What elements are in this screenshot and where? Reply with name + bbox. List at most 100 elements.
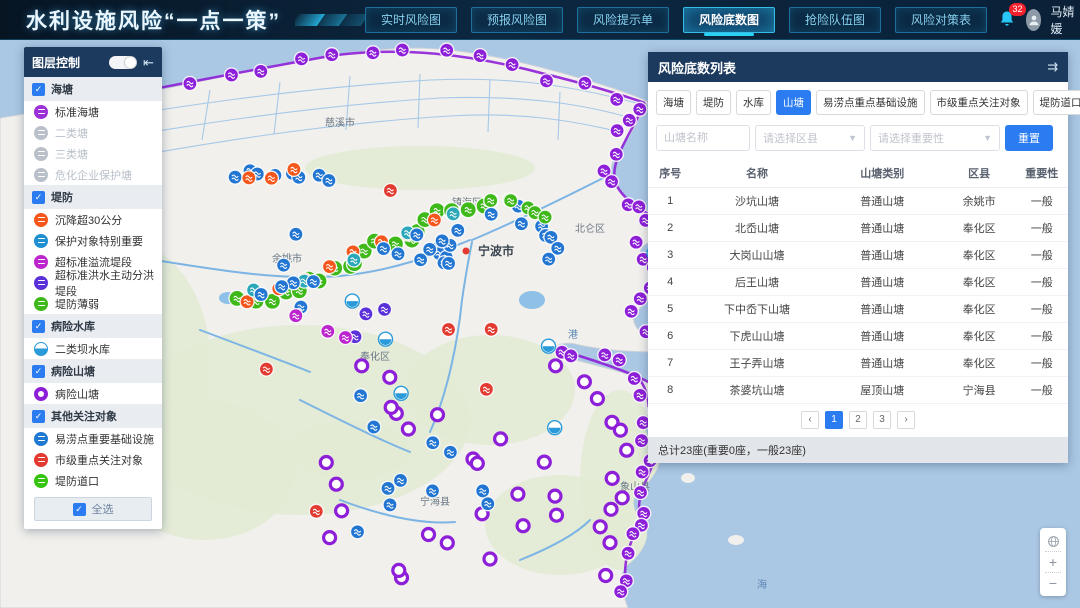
group-checkbox[interactable]: ✓ — [32, 320, 45, 333]
district-select-placeholder: 请选择区县 — [763, 130, 818, 146]
table-row[interactable]: 7王子弄山塘普通山塘奉化区一般 — [648, 349, 1068, 376]
group-checkbox[interactable]: ✓ — [32, 191, 45, 204]
layer-item-病险山塘[interactable]: 病险山塘 — [24, 383, 162, 404]
layer-toggle-switch[interactable] — [109, 56, 137, 69]
importance-select-placeholder: 请选择重要性 — [878, 130, 944, 146]
page-next[interactable]: › — [897, 411, 915, 429]
table-cell: 7 — [648, 349, 692, 376]
globe-icon — [1047, 535, 1060, 548]
user-icon — [1027, 13, 1041, 27]
legend-dot-icon — [34, 213, 48, 227]
layer-group-其他关注对象[interactable]: ✓其他关注对象 — [24, 404, 162, 428]
page-2[interactable]: 2 — [849, 411, 867, 429]
layer-item-三类塘[interactable]: 三类塘 — [24, 143, 162, 164]
zoom-out-button[interactable]: − — [1042, 573, 1064, 593]
page-1[interactable]: 1 — [825, 411, 843, 429]
table-cell: 奉化区 — [943, 214, 1016, 241]
legend-ring-icon — [34, 387, 48, 401]
layer-control-panel: 图层控制 ⇤ ✓ 海塘标准海塘二类塘三类塘危化企业保护塘 ✓ 堤防沉降超30公分保护对… — [24, 47, 162, 529]
select-all-button[interactable]: ✓ 全选 — [34, 497, 152, 521]
tab-易涝点重点基础设施[interactable]: 易涝点重点基础设施 — [816, 90, 925, 115]
layer-item-危化企业保护塘[interactable]: 危化企业保护塘 — [24, 164, 162, 185]
risk-panel-title: 风险底数列表 — [658, 58, 1047, 77]
layer-groups: ✓ 海塘标准海塘二类塘三类塘危化企业保护塘 ✓ 堤防沉降超30公分保护对象特别重要超标… — [24, 77, 162, 491]
table-row[interactable]: 4后王山塘普通山塘奉化区一般 — [648, 268, 1068, 295]
table-row[interactable]: 1沙坑山塘普通山塘余姚市一般 — [648, 187, 1068, 214]
avatar[interactable] — [1026, 9, 1041, 31]
nav-button-风险提示单[interactable]: 风险提示单 — [577, 7, 669, 33]
table-row[interactable]: 5下中岙下山塘普通山塘奉化区一般 — [648, 295, 1068, 322]
legend-dot-icon — [34, 147, 48, 161]
page-3[interactable]: 3 — [873, 411, 891, 429]
select-all-checkbox[interactable]: ✓ — [73, 503, 86, 516]
layer-item-label: 三类塘 — [55, 146, 88, 162]
column-header-山塘类别: 山塘类别 — [822, 159, 943, 187]
layer-item-保护对象特别重要[interactable]: 保护对象特别重要 — [24, 230, 162, 251]
table-cell: 4 — [648, 268, 692, 295]
layers-globe-button[interactable] — [1042, 531, 1064, 551]
layer-group-堤防[interactable]: ✓ 堤防 — [24, 185, 162, 209]
nav-button-实时风险图[interactable]: 实时风险图 — [365, 7, 457, 33]
table-row[interactable]: 6下虎山山塘普通山塘奉化区一般 — [648, 322, 1068, 349]
pond-name-input[interactable] — [656, 125, 750, 151]
table-cell: 普通山塘 — [822, 349, 943, 376]
layer-group-病险水库[interactable]: ✓病险水库 — [24, 314, 162, 338]
layer-collapse-icon[interactable]: ⇤ — [143, 56, 154, 69]
zoom-in-button[interactable]: + — [1042, 552, 1064, 572]
nav-button-抢险队伍图[interactable]: 抢险队伍图 — [789, 7, 881, 33]
group-checkbox[interactable]: ✓ — [32, 410, 45, 423]
table-cell: 茶婆坑山塘 — [692, 376, 821, 403]
layer-item-label: 病险山塘 — [55, 386, 99, 402]
layer-item-堤防道口[interactable]: 堤防道口 — [24, 470, 162, 491]
nav-button-预报风险图[interactable]: 预报风险图 — [471, 7, 563, 33]
table-cell: 下虎山山塘 — [692, 322, 821, 349]
layer-item-沉降超30公分[interactable]: 沉降超30公分 — [24, 209, 162, 230]
layer-panel-title: 图层控制 — [32, 54, 103, 71]
tab-海塘[interactable]: 海塘 — [656, 90, 691, 115]
table-cell: 奉化区 — [943, 349, 1016, 376]
legend-dot-icon — [34, 276, 48, 290]
legend-dot-icon — [34, 453, 48, 467]
layer-item-标准海塘[interactable]: 标准海塘 — [24, 101, 162, 122]
nav-button-风险对策表[interactable]: 风险对策表 — [895, 7, 987, 33]
layer-group-病险山塘[interactable]: ✓ 病险山塘 — [24, 359, 162, 383]
layer-group-label: 病险山塘 — [51, 363, 95, 379]
layer-item-label: 二类坝水库 — [55, 341, 110, 357]
layer-item-市级重点关注对象[interactable]: 市级重点关注对象 — [24, 449, 162, 470]
layer-item-易涝点重要基础设施[interactable]: 易涝点重要基础设施 — [24, 428, 162, 449]
map-label-海: 海 — [757, 578, 767, 591]
table-cell: 一般 — [1015, 268, 1068, 295]
city-dot — [463, 248, 470, 255]
layer-item-二类坝水库[interactable]: 二类坝水库 — [24, 338, 162, 359]
importance-select[interactable]: 请选择重要性 ▼ — [870, 125, 1000, 151]
tab-水库[interactable]: 水库 — [736, 90, 771, 115]
risk-filters: 请选择区县 ▼ 请选择重要性 ▼ 重置 — [648, 119, 1068, 159]
district-select[interactable]: 请选择区县 ▼ — [755, 125, 865, 151]
layer-item-超标准洪水主动分洪堤段[interactable]: 超标准洪水主动分洪堤段 — [24, 272, 162, 293]
tab-堤防道口[interactable]: 堤防道口 — [1033, 90, 1080, 115]
reset-button[interactable]: 重置 — [1005, 125, 1053, 151]
page-prev[interactable]: ‹ — [801, 411, 819, 429]
group-checkbox[interactable]: ✓ — [32, 83, 45, 96]
risk-list-panel: 风险底数列表 ⇉ 海塘堤防水库山塘易涝点重点基础设施市级重点关注对象堤防道口 请… — [648, 52, 1068, 463]
legend-dot-icon — [34, 126, 48, 140]
risk-panel-collapse-icon[interactable]: ⇉ — [1047, 59, 1058, 75]
nav-button-风险底数图[interactable]: 风险底数图 — [683, 7, 775, 33]
notifications-button[interactable]: 32 — [997, 9, 1017, 31]
table-cell: 普通山塘 — [822, 295, 943, 322]
layer-group-label: 海塘 — [51, 81, 73, 97]
table-row[interactable]: 8茶婆坑山塘屋顶山塘宁海县一般 — [648, 376, 1068, 403]
layer-panel-footer: ✓ 全选 — [24, 491, 162, 529]
group-checkbox[interactable]: ✓ — [32, 365, 45, 378]
tab-市级重点关注对象[interactable]: 市级重点关注对象 — [930, 90, 1028, 115]
tab-山塘[interactable]: 山塘 — [776, 90, 811, 115]
tab-堤防[interactable]: 堤防 — [696, 90, 731, 115]
table-row[interactable]: 3大岗山山塘普通山塘奉化区一般 — [648, 241, 1068, 268]
table-row[interactable]: 2北岙山塘普通山塘奉化区一般 — [648, 214, 1068, 241]
layer-item-二类塘[interactable]: 二类塘 — [24, 122, 162, 143]
table-cell: 奉化区 — [943, 241, 1016, 268]
table-body: 1沙坑山塘普通山塘余姚市一般2北岙山塘普通山塘奉化区一般3大岗山山塘普通山塘奉化… — [648, 187, 1068, 403]
layer-group-海塘[interactable]: ✓ 海塘 — [24, 77, 162, 101]
layer-group-label: 堤防 — [51, 189, 73, 205]
risk-table: 序号名称山塘类别区县重要性 1沙坑山塘普通山塘余姚市一般2北岙山塘普通山塘奉化区… — [648, 159, 1068, 404]
